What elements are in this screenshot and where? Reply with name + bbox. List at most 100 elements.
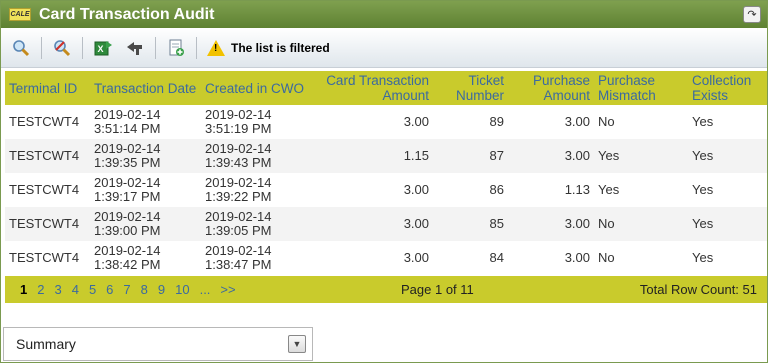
summary-dropdown[interactable]: Summary ▼: [3, 327, 313, 361]
cell-transaction-date: 2019-02-14 1:39:17 PM: [90, 173, 201, 207]
cell-ticket-number: 89: [489, 114, 504, 129]
cell-time: 1:38:42 PM: [94, 257, 161, 272]
table-row[interactable]: TESTCWT4 2019-02-14 1:39:17 PM 2019-02-14…: [5, 173, 767, 207]
add-document-icon: [169, 39, 184, 56]
column-header-terminal-id[interactable]: Terminal ID: [5, 71, 90, 105]
cell-created-in-cwo: 2019-02-14 1:39:22 PM: [201, 173, 313, 207]
toolbar-separator: [82, 36, 83, 59]
column-header-purchase-mismatch[interactable]: Purchase Mismatch: [594, 71, 688, 105]
search-button[interactable]: [9, 36, 33, 60]
total-row-count: Total Row Count: 51: [639, 282, 757, 297]
page-link-9[interactable]: 9: [158, 282, 165, 297]
cell-card-amount: 3.00: [403, 114, 429, 129]
cell-created-in-cwo: 2019-02-14 1:38:47 PM: [201, 241, 313, 275]
table-row[interactable]: TESTCWT4 2019-02-14 1:38:42 PM 2019-02-14…: [5, 241, 767, 275]
cell-purchase-amount: 3.00: [508, 207, 594, 241]
page-link-next-set[interactable]: >>: [220, 282, 235, 297]
cell-transaction-date: 2019-02-14 1:38:42 PM: [90, 241, 201, 275]
cell-date: 2019-02-14: [94, 107, 161, 122]
cell-time: 1:39:00 PM: [94, 223, 161, 238]
table-row[interactable]: TESTCWT4 2019-02-14 1:39:35 PM 2019-02-14…: [5, 139, 767, 173]
page-link-4[interactable]: 4: [72, 282, 79, 297]
cell-purchase-amount: 3.00: [508, 139, 594, 173]
cell-time: 3:51:14 PM: [94, 121, 161, 136]
cell-transaction-date: 2019-02-14 3:51:14 PM: [90, 105, 201, 139]
column-header-card-transaction-amount[interactable]: Card Transaction Amount: [313, 71, 433, 105]
collapse-button[interactable]: ↷: [743, 6, 761, 23]
pager: 1 2 3 4 5 6 7 8 9 10 ... >> Page 1 of 11…: [5, 276, 767, 303]
cell-time: 1:39:43 PM: [205, 155, 272, 170]
page-link-ellipsis[interactable]: ...: [200, 282, 211, 297]
cell-date: 2019-02-14: [94, 243, 161, 258]
table-row[interactable]: TESTCWT4 2019-02-14 3:51:14 PM 2019-02-14…: [5, 105, 767, 139]
cell-date: 2019-02-14: [205, 175, 272, 190]
page-links: 1 2 3 4 5 6 7 8 9 10 ... >>: [15, 282, 241, 297]
page-link-5[interactable]: 5: [89, 282, 96, 297]
cell-time: 1:39:05 PM: [205, 223, 272, 238]
column-header-ticket-number[interactable]: Ticket Number: [433, 71, 508, 105]
cell-ticket-number: 84: [489, 250, 504, 265]
cell-date: 2019-02-14: [205, 141, 272, 156]
page-link-2[interactable]: 2: [37, 282, 44, 297]
cell-terminal-id: TESTCWT4: [9, 250, 80, 265]
page-link-3[interactable]: 3: [54, 282, 61, 297]
toolbar-separator: [41, 36, 42, 59]
collapse-arrow-icon: ↷: [747, 9, 757, 21]
export-excel-button[interactable]: X: [91, 36, 115, 60]
column-header-collection-exists[interactable]: Collection Exists: [688, 71, 767, 105]
cell-time: 1:39:22 PM: [205, 189, 272, 204]
cell-card-amount: 3.00: [313, 207, 433, 241]
cell-transaction-date: 2019-02-14 1:39:35 PM: [90, 139, 201, 173]
back-button[interactable]: [123, 36, 147, 60]
cell-created-in-cwo: 2019-02-14 3:51:19 PM: [201, 105, 313, 139]
back-icon: [127, 41, 142, 55]
svg-text:X: X: [98, 44, 104, 54]
cell-date: 2019-02-14: [94, 141, 161, 156]
add-document-button[interactable]: [164, 36, 188, 60]
cell-terminal-id: TESTCWT4: [9, 114, 80, 129]
chevron-down-icon[interactable]: ▼: [288, 335, 306, 353]
cell-date: 2019-02-14: [205, 209, 272, 224]
cell-date: 2019-02-14: [205, 243, 272, 258]
column-header-transaction-date[interactable]: Transaction Date: [90, 71, 201, 105]
cell-time: 1:39:17 PM: [94, 189, 161, 204]
cell-created-in-cwo: 2019-02-14 1:39:05 PM: [201, 207, 313, 241]
cell-purchase-amount: 1.13: [564, 182, 590, 197]
page-link-10[interactable]: 10: [175, 282, 189, 297]
clear-filter-button[interactable]: [50, 36, 74, 60]
export-excel-icon: X: [94, 40, 112, 55]
cell-card-amount: 1.15: [313, 139, 433, 173]
toolbar: X The list is filtered: [1, 28, 767, 68]
transactions-table: Terminal ID Transaction Date Created in …: [5, 71, 767, 275]
cell-ticket-number: 86: [489, 182, 504, 197]
card-transaction-audit-panel: CALE Card Transaction Audit ↷ X ! The li…: [0, 0, 768, 363]
page-link-6[interactable]: 6: [106, 282, 113, 297]
cell-card-amount: 3.00: [403, 250, 429, 265]
cell-ticket-number: 85: [433, 207, 508, 241]
cell-ticket-number: 87: [433, 139, 508, 173]
cell-purchase-mismatch: Yes: [594, 139, 688, 173]
cell-time: 1:39:35 PM: [94, 155, 161, 170]
page-link-8[interactable]: 8: [141, 282, 148, 297]
page-title: Card Transaction Audit: [39, 5, 215, 23]
column-header-purchase-amount[interactable]: Purchase Amount: [508, 71, 594, 105]
page-link-7[interactable]: 7: [123, 282, 130, 297]
cell-purchase-mismatch: Yes: [598, 182, 620, 197]
cell-purchase-amount: 3.00: [564, 114, 590, 129]
search-icon: [13, 39, 30, 56]
cell-terminal-id: TESTCWT4: [5, 207, 90, 241]
cell-collection-exists: Yes: [692, 114, 714, 129]
cale-logo: CALE: [9, 8, 31, 21]
cell-collection-exists: Yes: [692, 182, 714, 197]
cell-created-in-cwo: 2019-02-14 1:39:43 PM: [201, 139, 313, 173]
table-row[interactable]: TESTCWT4 2019-02-14 1:39:00 PM 2019-02-14…: [5, 207, 767, 241]
cell-purchase-mismatch: No: [598, 250, 615, 265]
filter-message: The list is filtered: [231, 40, 330, 55]
toolbar-separator: [155, 36, 156, 59]
cell-time: 3:51:19 PM: [205, 121, 272, 136]
cell-terminal-id: TESTCWT4: [5, 139, 90, 173]
column-header-created-in-cwo[interactable]: Created in CWO: [201, 71, 313, 105]
cell-collection-exists: Yes: [688, 207, 767, 241]
page-info: Page 1 of 11: [401, 282, 474, 297]
page-link-1[interactable]: 1: [20, 282, 27, 297]
